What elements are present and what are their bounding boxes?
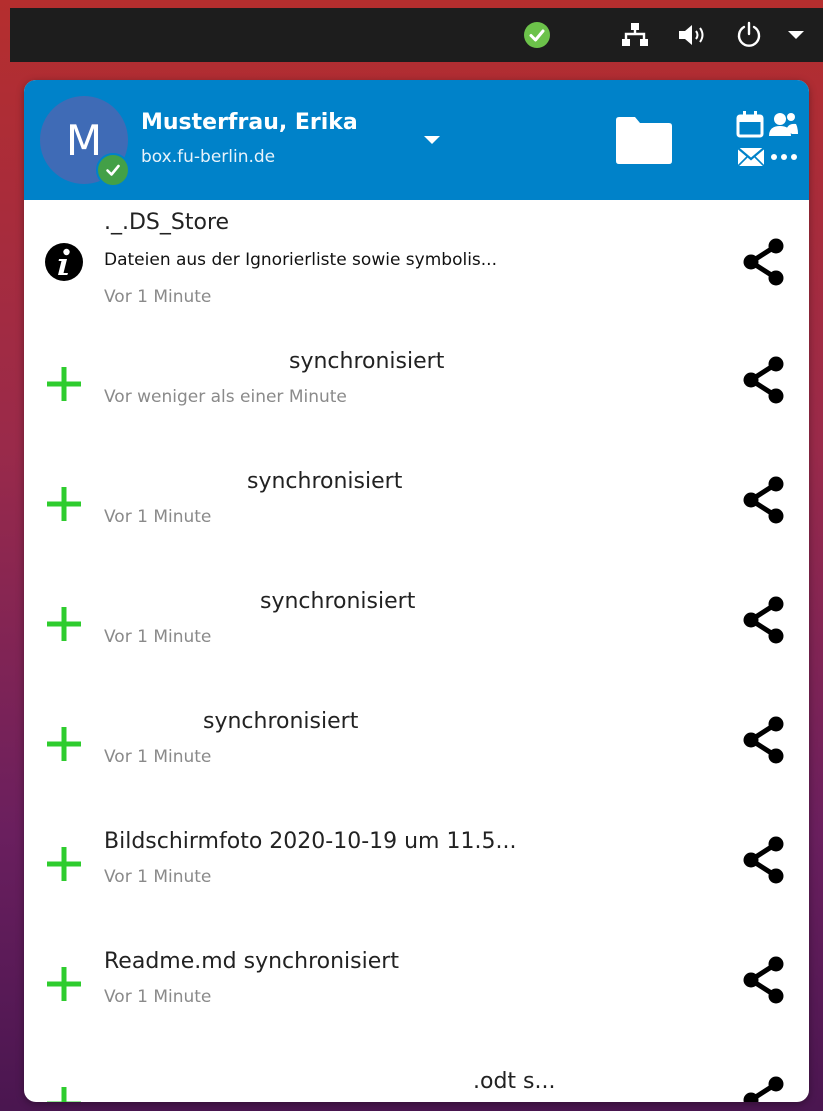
activity-item[interactable]: Readme.md synchronisiert Vor 1 Minute: [24, 922, 809, 1042]
activity-item[interactable]: .odt s...: [24, 1042, 809, 1102]
activity-item[interactable]: Bildschirmfoto 2020-10-19 um 11.5... Vor…: [24, 802, 809, 922]
activity-title: synchronisiert: [247, 469, 403, 494]
info-icon: [42, 240, 86, 284]
share-button[interactable]: [740, 835, 788, 885]
share-button[interactable]: [740, 237, 788, 287]
activity-title: .odt s...: [473, 1069, 556, 1094]
activity-time: Vor 1 Minute: [104, 987, 212, 1007]
share-icon: [743, 1076, 784, 1102]
activity-time: Vor 1 Minute: [104, 867, 212, 887]
activity-item[interactable]: synchronisiert Vor 1 Minute: [24, 562, 809, 682]
activity-time: Vor 1 Minute: [104, 627, 212, 647]
sync-client-panel: M Musterfrau, Erika box.fu-berlin.de ._.…: [24, 80, 809, 1102]
activity-title: ._.DS_Store: [104, 210, 230, 235]
share-button[interactable]: [740, 475, 788, 525]
activity-item[interactable]: synchronisiert Vor 1 Minute: [24, 442, 809, 562]
plus-icon: [42, 722, 86, 766]
connected-badge-icon: [96, 153, 130, 187]
share-icon: [743, 476, 784, 524]
activity-time: Vor 1 Minute: [104, 287, 212, 307]
share-icon: [743, 956, 784, 1004]
share-icon: [743, 836, 784, 884]
activity-title: synchronisiert: [203, 709, 359, 734]
power-icon[interactable]: [732, 8, 766, 62]
chevron-down-icon[interactable]: [782, 8, 810, 62]
activity-title: Bildschirmfoto 2020-10-19 um 11.5...: [104, 829, 517, 854]
share-button[interactable]: [740, 595, 788, 645]
plus-icon: [42, 362, 86, 406]
activity-title: synchronisiert: [289, 349, 445, 374]
status-ok-icon[interactable]: [520, 8, 554, 62]
open-folder-button[interactable]: [614, 114, 674, 166]
avatar-letter: M: [65, 115, 103, 165]
share-icon: [743, 238, 784, 286]
apps-icon: [736, 111, 798, 167]
share-button[interactable]: [740, 1075, 788, 1102]
account-header: M Musterfrau, Erika box.fu-berlin.de: [24, 80, 809, 200]
plus-icon: [42, 482, 86, 526]
share-button[interactable]: [740, 715, 788, 765]
network-icon[interactable]: [618, 8, 652, 62]
activity-time: Vor 1 Minute: [104, 507, 212, 527]
activity-item[interactable]: synchronisiert Vor weniger als einer Min…: [24, 322, 809, 442]
share-icon: [743, 356, 784, 404]
share-icon: [743, 716, 784, 764]
plus-icon: [42, 1082, 86, 1102]
activity-item[interactable]: ._.DS_Store Dateien aus der Ignorierlist…: [24, 202, 809, 322]
account-menu-chevron-icon[interactable]: [422, 132, 442, 146]
share-icon: [743, 596, 784, 644]
share-button[interactable]: [740, 955, 788, 1005]
account-server: box.fu-berlin.de: [141, 147, 276, 167]
account-name[interactable]: Musterfrau, Erika: [141, 110, 358, 135]
volume-icon[interactable]: [674, 8, 712, 62]
activity-title: Readme.md synchronisiert: [104, 949, 399, 974]
share-button[interactable]: [740, 355, 788, 405]
activity-title: synchronisiert: [260, 589, 416, 614]
plus-icon: [42, 842, 86, 886]
plus-icon: [42, 602, 86, 646]
system-top-bar: [10, 8, 823, 62]
plus-icon: [42, 962, 86, 1006]
folder-icon: [616, 117, 672, 164]
activity-message: Dateien aus der Ignorierliste sowie symb…: [104, 250, 497, 270]
activity-item[interactable]: synchronisiert Vor 1 Minute: [24, 682, 809, 802]
apps-menu-button[interactable]: [730, 108, 798, 170]
activity-time: Vor 1 Minute: [104, 747, 212, 767]
activity-time: Vor weniger als einer Minute: [104, 387, 347, 407]
